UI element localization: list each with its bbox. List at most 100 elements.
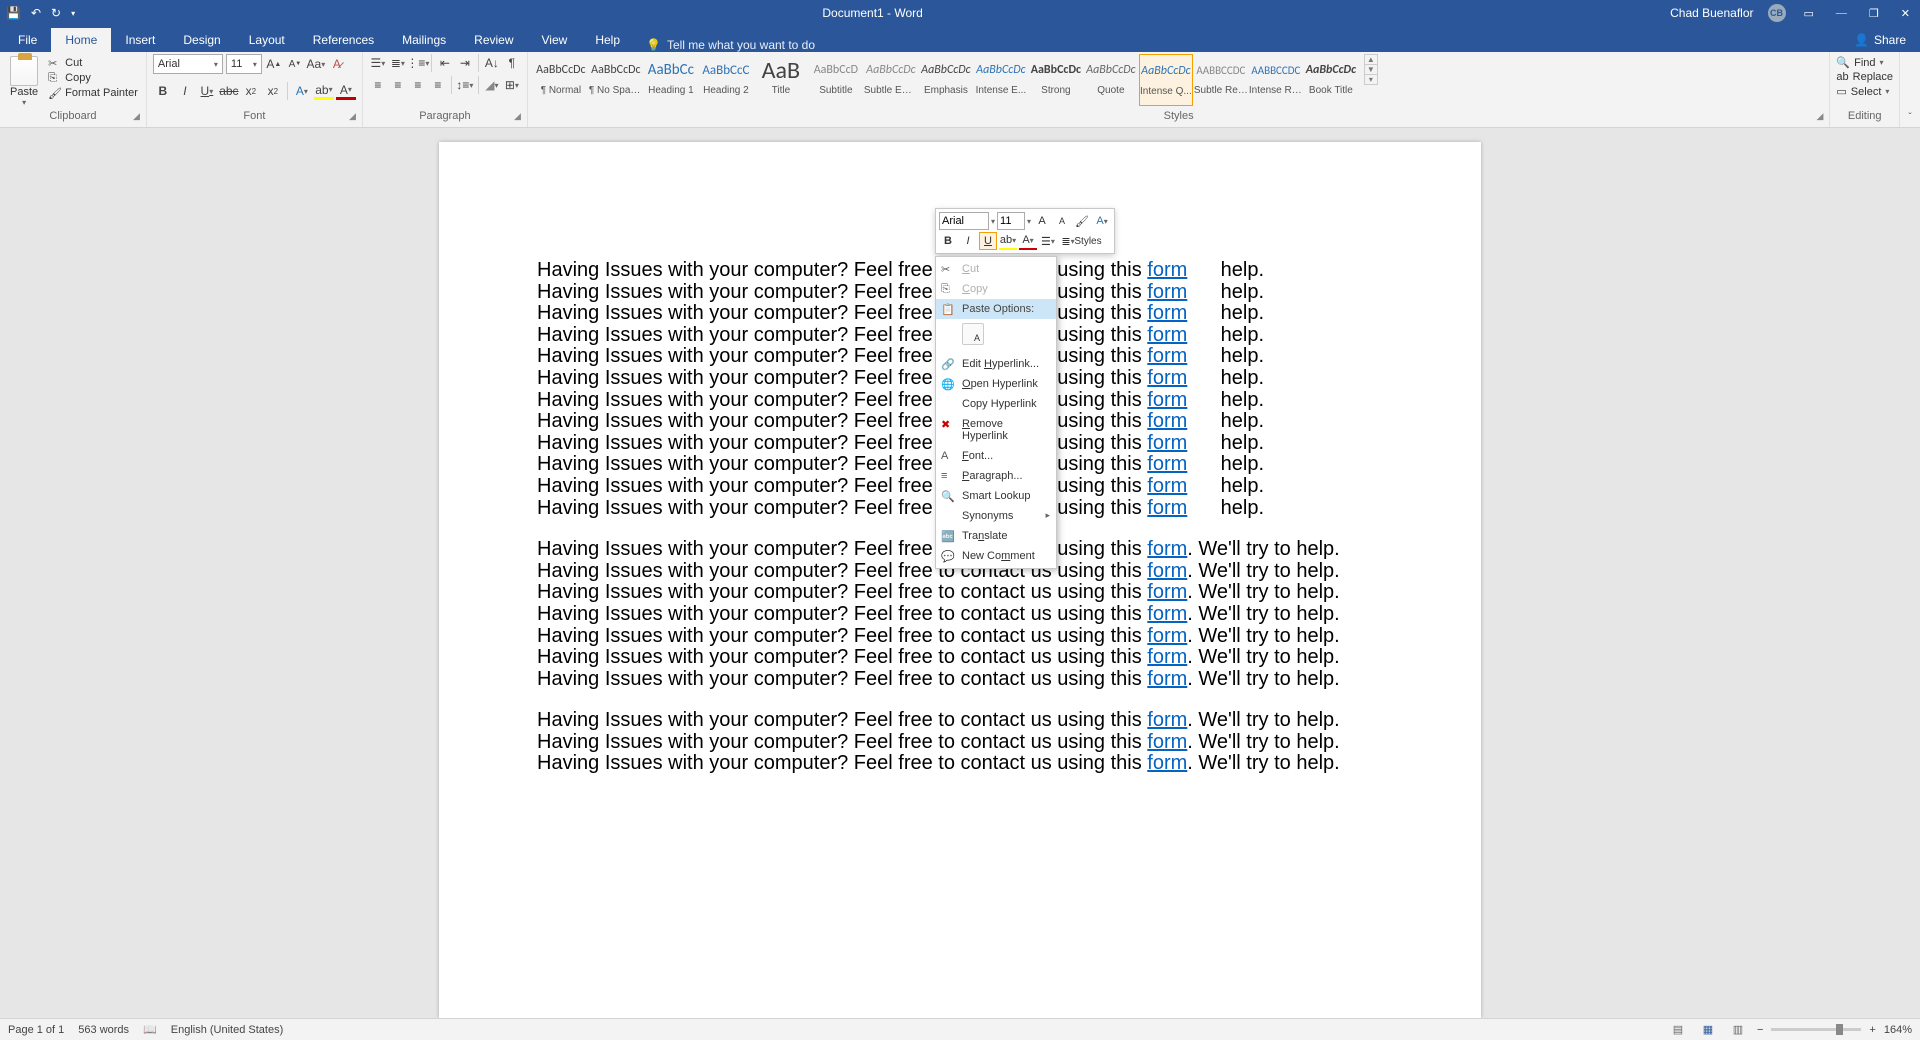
clipboard-launcher-icon[interactable]: ◢ — [133, 109, 140, 123]
hyperlink[interactable]: form — [1147, 668, 1187, 690]
multilevel-icon[interactable]: ⋮≡▾ — [409, 54, 427, 72]
style-strong[interactable]: AaBbCcDcStrong — [1029, 54, 1083, 106]
bullets-icon[interactable]: ☰▾ — [369, 54, 387, 72]
mini-highlight-icon[interactable]: ab▾ — [999, 232, 1017, 250]
hyperlink[interactable]: form — [1147, 475, 1187, 497]
style-emphasis[interactable]: AaBbCcDcEmphasis — [919, 54, 973, 106]
hyperlink[interactable]: form — [1147, 410, 1187, 432]
tab-references[interactable]: References — [299, 28, 388, 52]
document-line[interactable]: Having Issues with your computer? Feel f… — [537, 669, 1383, 691]
mini-styles-icon[interactable]: A▾ — [1093, 212, 1111, 230]
style-intense-q-[interactable]: AaBbCcDcIntense Q... — [1139, 54, 1193, 106]
style-subtle-em-[interactable]: AaBbCcDcSubtle Em... — [864, 54, 918, 106]
zoom-out-icon[interactable]: − — [1757, 1024, 1763, 1036]
cm-smart-lookup[interactable]: 🔍Smart Lookup — [936, 486, 1056, 506]
zoom-slider[interactable] — [1771, 1028, 1861, 1031]
styles-launcher-icon[interactable]: ◢ — [1816, 109, 1823, 123]
user-avatar[interactable]: CB — [1768, 4, 1786, 22]
print-layout-icon[interactable]: ▦ — [1697, 1022, 1719, 1038]
style-heading-2[interactable]: AaBbCcCHeading 2 — [699, 54, 753, 106]
cm-synonyms[interactable]: Synonyms — [936, 506, 1056, 526]
minimize-icon[interactable]: — — [1832, 7, 1851, 19]
style-book-title[interactable]: AaBbCcDcBook Title — [1304, 54, 1358, 106]
tell-me[interactable]: 💡 Tell me what you want to do — [646, 38, 815, 52]
hyperlink[interactable]: form — [1147, 538, 1187, 560]
document-line[interactable]: Having Issues with your computer? Feel f… — [537, 647, 1383, 669]
font-launcher-icon[interactable]: ◢ — [349, 109, 356, 123]
highlight-icon[interactable]: ab▾ — [314, 82, 334, 100]
document-line[interactable]: Having Issues with your computer? Feel f… — [537, 753, 1383, 775]
paste-button[interactable]: Paste ▾ — [6, 54, 42, 109]
hyperlink[interactable]: form — [1147, 259, 1187, 281]
font-name-select[interactable]: Arial▾ — [153, 54, 223, 74]
paste-keep-text-icon[interactable] — [962, 323, 984, 345]
cm-copy-hyperlink[interactable]: Copy Hyperlink — [936, 394, 1056, 414]
style--no-spac-[interactable]: AaBbCcDc¶ No Spac... — [589, 54, 643, 106]
tab-view[interactable]: View — [528, 28, 582, 52]
borders-icon[interactable]: ⊞▾ — [503, 76, 521, 94]
tab-review[interactable]: Review — [460, 28, 527, 52]
hyperlink[interactable]: form — [1147, 603, 1187, 625]
mini-italic[interactable]: I — [959, 232, 977, 250]
copy-button[interactable]: ⎘Copy — [46, 71, 140, 85]
align-left-icon[interactable]: ≡ — [369, 76, 387, 94]
mini-bullets-icon[interactable]: ☰▾ — [1039, 232, 1057, 250]
document-line[interactable]: Having Issues with your computer? Feel f… — [537, 732, 1383, 754]
style-subtitle[interactable]: AaBbCcDSubtitle — [809, 54, 863, 106]
align-right-icon[interactable]: ≡ — [409, 76, 427, 94]
mini-underline[interactable]: U — [979, 232, 997, 250]
align-center-icon[interactable]: ≡ — [389, 76, 407, 94]
subscript-button[interactable]: x2 — [241, 82, 261, 100]
gallery-up-icon[interactable]: ▲ — [1365, 55, 1377, 65]
font-color-icon[interactable]: A▾ — [336, 82, 356, 100]
cm-font[interactable]: AFont... — [936, 446, 1056, 466]
hyperlink[interactable]: form — [1147, 581, 1187, 603]
hyperlink[interactable]: form — [1147, 302, 1187, 324]
document-line[interactable]: Having Issues with your computer? Feel f… — [537, 626, 1383, 648]
collapse-ribbon-icon[interactable]: ˇ — [1900, 52, 1920, 127]
cm-remove-hyperlink[interactable]: ✖Remove Hyperlink — [936, 414, 1056, 446]
hyperlink[interactable]: form — [1147, 497, 1187, 519]
cut-button[interactable]: ✂Cut — [46, 56, 140, 70]
tab-help[interactable]: Help — [581, 28, 634, 52]
hyperlink[interactable]: form — [1147, 324, 1187, 346]
shrink-font-icon[interactable]: A▼ — [286, 55, 304, 73]
ribbon-display-icon[interactable]: ▭ — [1800, 7, 1818, 20]
cm-new-comment[interactable]: 💬New Comment — [936, 546, 1056, 566]
find-button[interactable]: 🔍Find ▾ — [1836, 56, 1883, 69]
tab-home[interactable]: Home — [51, 28, 111, 52]
hyperlink[interactable]: form — [1147, 560, 1187, 582]
replace-button[interactable]: abReplace — [1836, 71, 1893, 83]
status-language[interactable]: English (United States) — [171, 1024, 284, 1036]
spellcheck-icon[interactable]: 📖 — [143, 1023, 157, 1036]
decrease-indent-icon[interactable]: ⇤ — [436, 54, 454, 72]
style-title[interactable]: AaBTitle — [754, 54, 808, 106]
read-mode-icon[interactable]: ▤ — [1667, 1022, 1689, 1038]
mini-font-color-icon[interactable]: A▾ — [1019, 232, 1037, 250]
change-case-icon[interactable]: Aa▾ — [307, 55, 325, 73]
mini-shrink-icon[interactable]: A — [1053, 212, 1071, 230]
web-layout-icon[interactable]: ▥ — [1727, 1022, 1749, 1038]
document-line[interactable]: Having Issues with your computer? Feel f… — [537, 710, 1383, 732]
hyperlink[interactable]: form — [1147, 453, 1187, 475]
tab-insert[interactable]: Insert — [111, 28, 169, 52]
hyperlink[interactable]: form — [1147, 752, 1187, 774]
shading-icon[interactable]: ◢▾ — [483, 76, 501, 94]
tab-design[interactable]: Design — [169, 28, 234, 52]
style-subtle-ref-[interactable]: AABBCCDCSubtle Ref... — [1194, 54, 1248, 106]
mini-font-name[interactable] — [939, 212, 989, 230]
underline-button[interactable]: U▾ — [197, 82, 217, 100]
share-button[interactable]: 👤 Share — [1840, 28, 1920, 52]
save-icon[interactable]: 💾 — [6, 6, 21, 20]
text-effects-icon[interactable]: A▾ — [292, 82, 312, 100]
mini-bold[interactable]: B — [939, 232, 957, 250]
hyperlink[interactable]: form — [1147, 709, 1187, 731]
mini-styles-button[interactable]: Styles — [1079, 232, 1097, 250]
justify-icon[interactable]: ≡ — [429, 76, 447, 94]
format-painter-button[interactable]: 🖌Format Painter — [46, 86, 140, 100]
italic-button[interactable]: I — [175, 82, 195, 100]
gallery-more-icon[interactable]: ▾ — [1365, 75, 1377, 84]
increase-indent-icon[interactable]: ⇥ — [456, 54, 474, 72]
status-words[interactable]: 563 words — [78, 1024, 129, 1036]
tab-layout[interactable]: Layout — [235, 28, 299, 52]
